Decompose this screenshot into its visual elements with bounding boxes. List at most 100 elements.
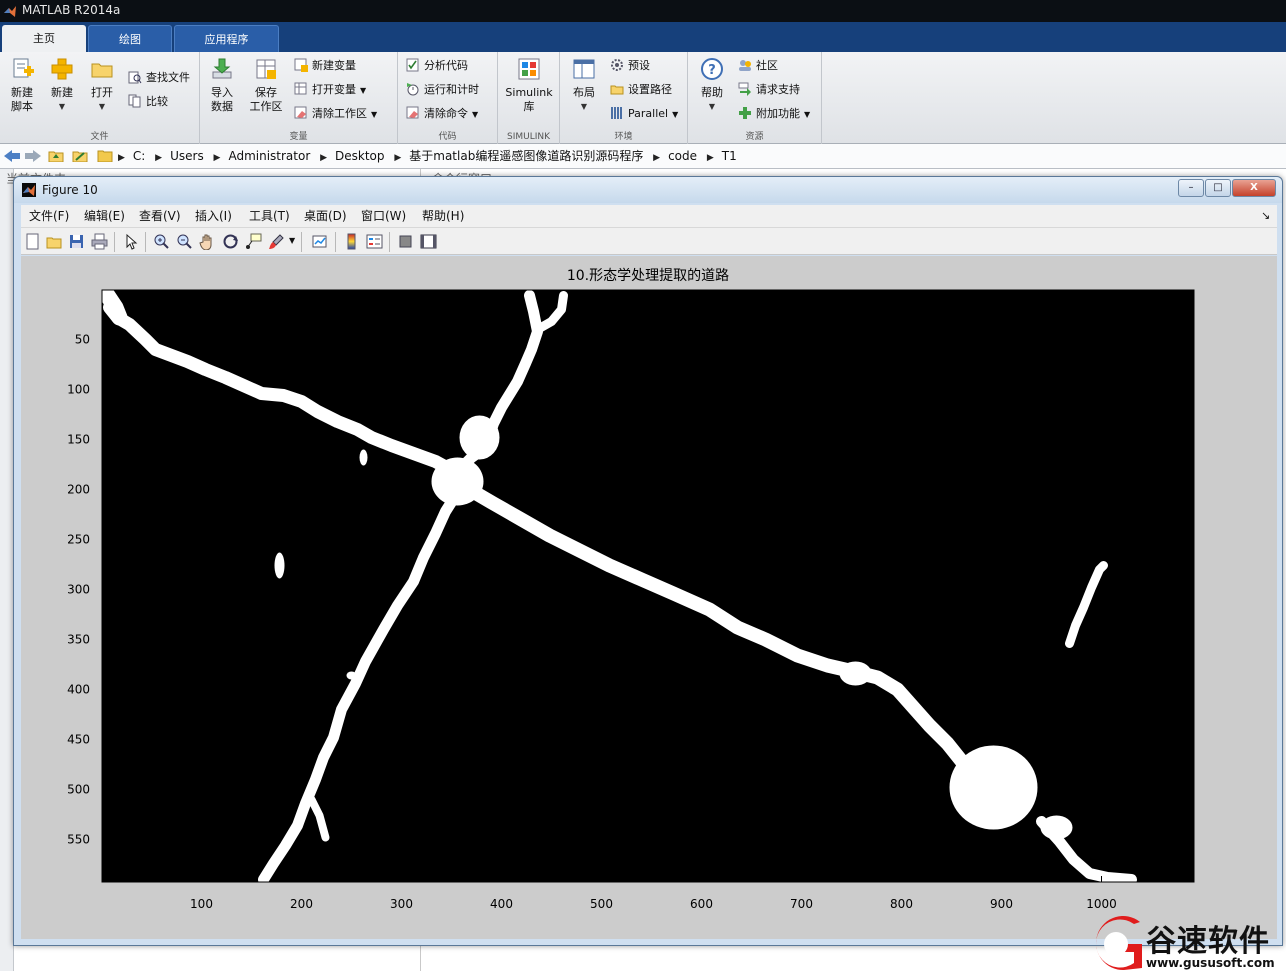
open-button[interactable]: 打开 ▼ [84, 56, 120, 126]
menu-help[interactable]: 帮助(H) [422, 205, 464, 227]
rotate-3d-icon[interactable] [222, 233, 239, 250]
blob-northwest-stub [359, 449, 368, 466]
toolbar-separator [389, 232, 390, 252]
menu-edit[interactable]: 编辑(E) [84, 205, 125, 227]
breadcrumb-segment[interactable]: code [668, 149, 697, 163]
menu-insert[interactable]: 插入(I) [195, 205, 232, 227]
app-title: MATLAB R2014a [22, 3, 121, 17]
open-variable-button[interactable]: 打开变量 ▼ [294, 80, 366, 100]
zoom-in-icon[interactable] [153, 233, 170, 250]
breadcrumb-separator-icon: ▶ [213, 153, 221, 163]
show-plot-tools-icon[interactable] [420, 233, 437, 250]
x-tick-label: 700 [790, 897, 813, 911]
hide-plot-tools-icon[interactable] [397, 233, 414, 250]
new-figure-icon[interactable] [24, 233, 41, 250]
new-script-icon [13, 58, 34, 78]
breadcrumb-segment[interactable]: T1 [722, 149, 737, 163]
zoom-out-icon[interactable] [176, 233, 193, 250]
minimize-button[interactable]: – [1178, 179, 1204, 197]
addons-button[interactable]: 附加功能 ▼ [738, 104, 810, 124]
preferences-button[interactable]: 预设 [610, 56, 650, 76]
help-icon: ? [701, 58, 723, 80]
open-file-icon[interactable] [46, 233, 63, 250]
up-folder-icon[interactable] [48, 150, 64, 162]
open-variable-icon [294, 82, 307, 95]
blob-east-mid-blob [839, 661, 872, 686]
breadcrumb-separator-icon: ▶ [118, 153, 125, 163]
find-files-button[interactable]: 查找文件 [128, 68, 190, 88]
blob-north-junction-blob [459, 415, 500, 460]
help-button[interactable]: ? 帮助 ▼ [694, 56, 730, 126]
community-button[interactable]: 社区 [738, 56, 778, 76]
menu-window[interactable]: 窗口(W) [361, 205, 406, 227]
pan-hand-icon[interactable] [199, 233, 216, 250]
new-variable-button[interactable]: 新建变量 [294, 56, 356, 76]
close-button[interactable]: X [1232, 179, 1276, 197]
maximize-button[interactable]: □ [1205, 179, 1231, 197]
toolbar-separator [301, 232, 302, 252]
tab-plots[interactable]: 绘图 [88, 25, 172, 52]
import-data-button[interactable]: 导入 数据 [204, 56, 240, 126]
clear-workspace-button[interactable]: 清除工作区 ▼ [294, 104, 377, 124]
set-path-button[interactable]: 设置路径 [610, 80, 672, 100]
forward-arrow-icon[interactable] [25, 150, 41, 162]
new-button[interactable]: 新建 ▼ [44, 56, 80, 126]
ribbon-group-variable: 导入 数据 保存 工作区 新建变量 打开变量 ▼ 清除工作区 ▼ 变量 [200, 52, 398, 144]
browse-folder-icon[interactable] [72, 150, 88, 162]
dock-arrow-icon[interactable]: ↘ [1261, 205, 1270, 227]
chevron-down-icon: ▼ [580, 102, 588, 111]
request-support-button[interactable]: 请求支持 [738, 80, 800, 100]
open-label: 打开 [91, 86, 113, 99]
link-plot-icon[interactable] [311, 233, 328, 250]
pointer-icon[interactable] [122, 233, 139, 250]
analyze-code-button[interactable]: 分析代码 [406, 56, 468, 76]
menu-tools[interactable]: 工具(T) [249, 205, 290, 227]
brush-icon[interactable] [268, 233, 285, 250]
y-tick-label: 100 [67, 383, 90, 397]
x-tick-label: 300 [390, 897, 413, 911]
image-axes[interactable]: 10.形态学处理提取的道路 100 200 300 400 500 600 700 800 900… [21, 256, 1277, 939]
data-cursor-icon[interactable] [245, 233, 262, 250]
breadcrumb-segment[interactable]: Administrator [228, 149, 310, 163]
toolbar-separator [114, 232, 115, 252]
toolbar-separator [145, 232, 146, 252]
group-label-environment: 环境 [614, 132, 633, 142]
legend-icon[interactable] [366, 233, 383, 250]
chevron-down-icon: ▼ [804, 110, 811, 119]
breadcrumb-segment[interactable]: Users [170, 149, 204, 163]
x-tick-label: 200 [290, 897, 313, 911]
folder-icon [91, 63, 113, 78]
compare-button[interactable]: 比较 [128, 92, 168, 112]
save-workspace-button[interactable]: 保存 工作区 [246, 56, 286, 126]
tab-home[interactable]: 主页 [2, 25, 86, 52]
ribbon-tab-strip: 主页 绘图 应用程序 [0, 22, 1286, 52]
breadcrumb-segment[interactable]: 基于matlab编程遥感图像道路识别源码程序 [409, 149, 643, 163]
new-script-button[interactable]: 新建 脚本 [4, 56, 40, 126]
save-icon[interactable] [68, 233, 85, 250]
breadcrumb-segment[interactable]: C: [133, 149, 145, 163]
chevron-down-icon[interactable]: ▼ [289, 236, 295, 245]
clear-commands-button[interactable]: 清除命令 ▼ [406, 104, 478, 124]
tab-apps[interactable]: 应用程序 [174, 25, 279, 52]
run-and-time-button[interactable]: 运行和计时 [406, 80, 479, 100]
support-icon [738, 82, 751, 96]
layout-button[interactable]: 布局 ▼ [566, 56, 602, 126]
back-arrow-icon[interactable] [4, 150, 20, 162]
x-tick-label: 100 [190, 897, 213, 911]
menu-view[interactable]: 查看(V) [139, 205, 181, 227]
breadcrumb-segment[interactable]: Desktop [335, 149, 385, 163]
chevron-down-icon: ▼ [58, 102, 66, 111]
parallel-button[interactable]: Parallel ▼ [610, 104, 678, 124]
figure-window: Figure 10 – □ X 文件(F) 编辑(E) 查看(V) 插入(I) … [13, 176, 1283, 946]
print-icon[interactable] [91, 233, 108, 250]
layout-label: 布局 [573, 86, 595, 99]
menu-desktop[interactable]: 桌面(D) [304, 205, 347, 227]
colorbar-icon[interactable] [343, 233, 360, 250]
simulink-library-button[interactable]: Simulink 库 [504, 56, 554, 126]
new-variable-icon [294, 58, 308, 72]
main-title-bar: MATLAB R2014a [0, 0, 1286, 22]
plus-icon [51, 58, 73, 80]
ribbon-group-environment: 布局 ▼ 预设 设置路径 Parallel ▼ 环境 [560, 52, 688, 144]
menu-file[interactable]: 文件(F) [29, 205, 69, 227]
figure-title-bar[interactable]: Figure 10 – □ X [14, 177, 1282, 203]
